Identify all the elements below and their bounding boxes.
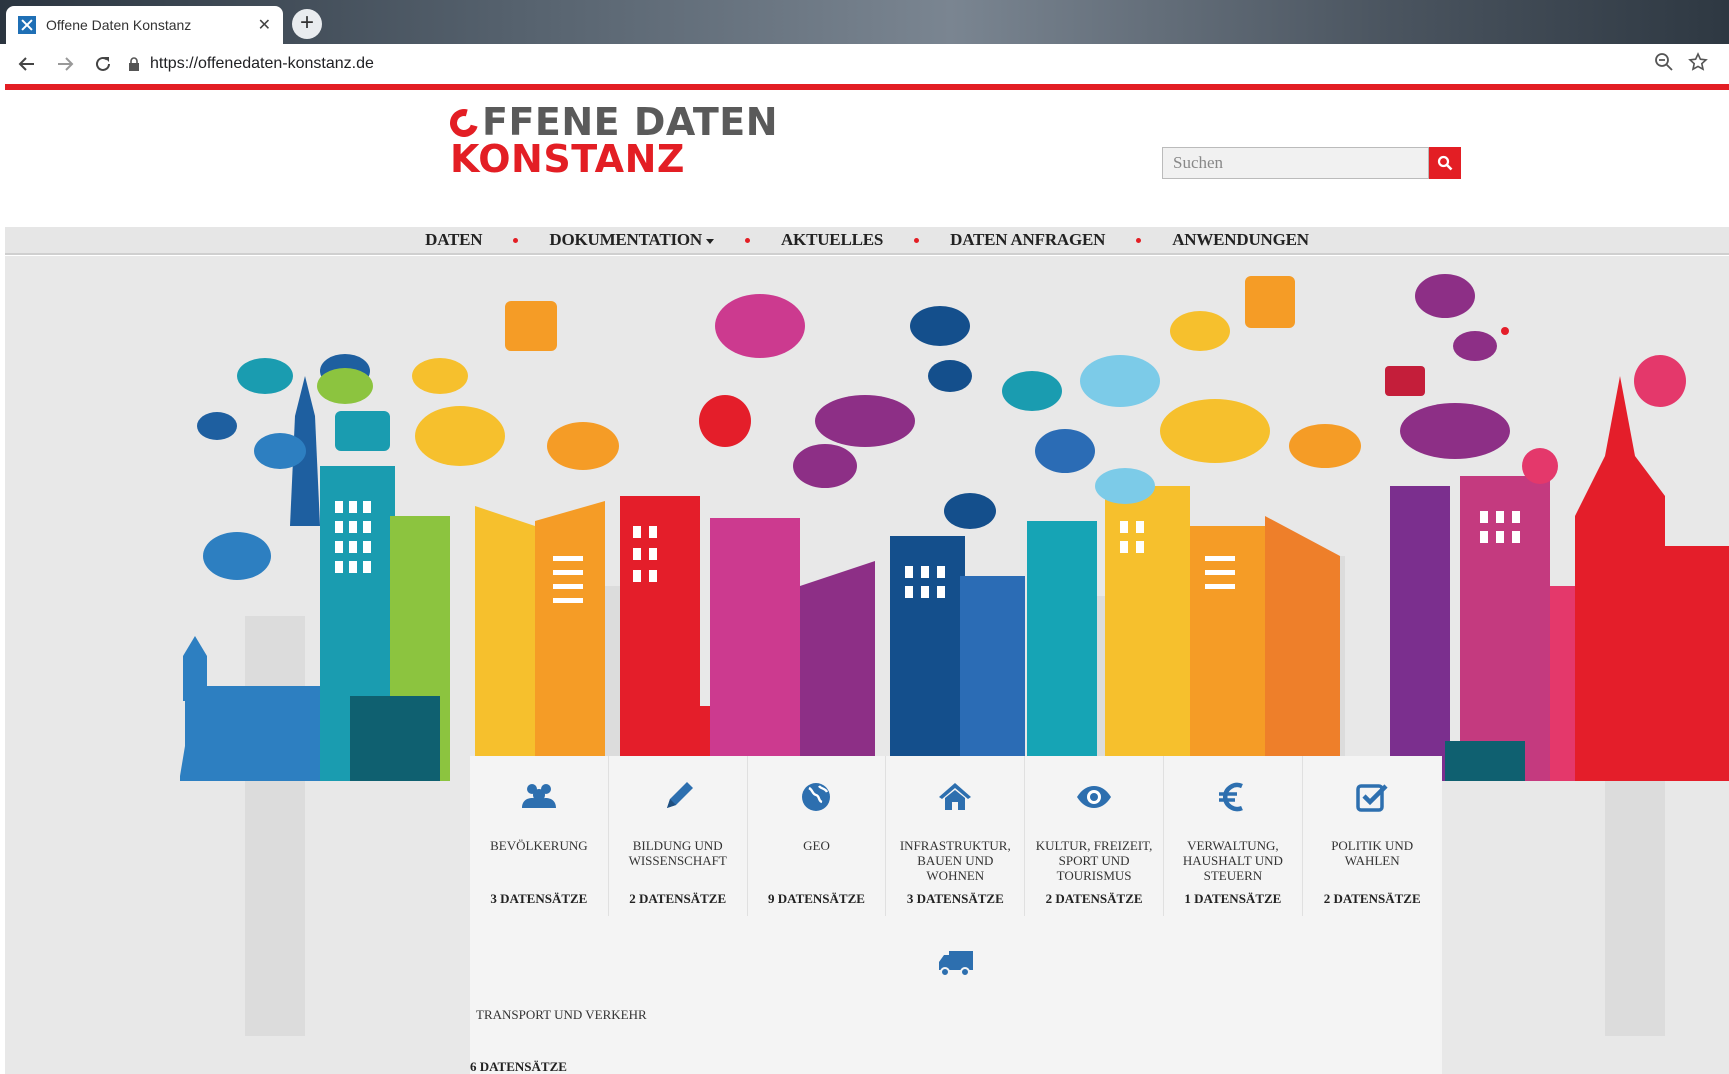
nav-separator-dot	[744, 237, 750, 243]
nav-item-dokumentation-label: DOKUMENTATION	[549, 230, 702, 249]
main-navigation: DATEN DOKUMENTATION AKTUELLES DATEN ANFR…	[5, 227, 1729, 255]
reload-button[interactable]	[88, 49, 118, 79]
eye-icon	[1077, 786, 1112, 808]
category-name: KULTUR, FREIZEIT, SPORT UND TOURISMUS	[1035, 838, 1153, 883]
nav-item-daten-anfragen[interactable]: DATEN ANFRAGEN	[950, 230, 1105, 250]
reload-icon	[96, 56, 110, 71]
category-name: GEO	[803, 838, 830, 853]
globe-icon	[802, 783, 831, 811]
category-verwaltung[interactable]: VERWALTUNG, HAUSHALT UND STEUERN 1 DATEN…	[1164, 756, 1303, 916]
url-text: https://offenedaten-konstanz.de	[150, 55, 374, 72]
bookmark-star-icon[interactable]	[1688, 52, 1708, 72]
category-bevoelkerung[interactable]: BEVÖLKERUNG 3 DATENSÄTZE	[470, 756, 609, 916]
nav-item-dokumentation[interactable]: DOKUMENTATION	[549, 230, 714, 250]
home-icon	[939, 783, 972, 810]
category-row: BEVÖLKERUNG 3 DATENSÄTZE BILDUNG UND WIS…	[470, 756, 1442, 916]
category-count: 2 DATENSÄTZE	[629, 891, 727, 906]
logo-line2: KONSTANZ	[450, 137, 685, 181]
category-name: INFRASTRUKTUR, BAUEN UND WOHNEN	[899, 838, 1011, 883]
search-button[interactable]	[1429, 147, 1461, 179]
category-count: 2 DATENSÄTZE	[1323, 891, 1421, 906]
category-count: 3 DATENSÄTZE	[906, 891, 1004, 906]
category-count: 6 DATENSÄTZE	[470, 1059, 567, 1074]
category-count: 2 DATENSÄTZE	[1045, 891, 1143, 906]
zoom-icon[interactable]	[1654, 52, 1674, 72]
category-name: BILDUNG UND WISSENSCHAFT	[628, 838, 727, 868]
nav-item-daten[interactable]: DATEN	[425, 230, 482, 250]
category-infrastruktur[interactable]: INFRASTRUKTUR, BAUEN UND WOHNEN 3 DATENS…	[886, 756, 1026, 916]
category-bildung[interactable]: BILDUNG UND WISSENSCHAFT 2 DATENSÄTZE	[609, 756, 748, 916]
site-logo[interactable]: FFENE DATEN KONSTANZ	[444, 100, 779, 181]
category-name: BEVÖLKERUNG	[490, 838, 588, 853]
arrow-left-icon	[18, 57, 34, 71]
category-kultur[interactable]: KULTUR, FREIZEIT, SPORT UND TOURISMUS 2 …	[1025, 756, 1164, 916]
lock-icon	[129, 57, 139, 71]
site-favicon-icon	[18, 16, 36, 34]
forward-button[interactable]	[50, 49, 80, 79]
page-top-accent-line	[5, 84, 1729, 90]
euro-icon	[1218, 782, 1243, 812]
arrow-right-icon	[58, 57, 74, 71]
browser-toolbar: https://offenedaten-konstanz.de	[0, 44, 1729, 84]
category-count: 3 DATENSÄTZE	[490, 891, 588, 906]
logo-o-mark	[444, 103, 484, 142]
category-geo[interactable]: GEO 9 DATENSÄTZE	[748, 756, 887, 916]
category-name: TRANSPORT UND VERKEHR	[476, 1007, 647, 1022]
search-icon	[1437, 155, 1453, 171]
new-tab-button[interactable]: +	[292, 9, 322, 39]
category-panel: BEVÖLKERUNG 3 DATENSÄTZE BILDUNG UND WIS…	[470, 756, 1442, 1074]
back-button[interactable]	[12, 49, 42, 79]
checkbox-icon	[1356, 784, 1388, 812]
tab-title: Offene Daten Konstanz	[46, 17, 192, 33]
users-icon	[521, 784, 556, 808]
caret-down-icon	[705, 238, 714, 244]
address-bar[interactable]: https://offenedaten-konstanz.de	[128, 49, 1708, 79]
category-count: 1 DATENSÄTZE	[1184, 891, 1282, 906]
category-politik[interactable]: POLITIK UND WAHLEN 2 DATENSÄTZE	[1303, 756, 1442, 916]
nav-item-aktuelles[interactable]: AKTUELLES	[781, 230, 883, 250]
nav-separator-dot	[914, 237, 920, 243]
category-transport[interactable]: TRANSPORT UND VERKEHR 6 DATENSÄTZE	[470, 916, 1442, 1074]
browser-tabstrip: Offene Daten Konstanz ✕ +	[0, 0, 1729, 44]
category-name: VERWALTUNG, HAUSHALT UND STEUERN	[1182, 838, 1283, 883]
category-name: POLITIK UND WAHLEN	[1331, 838, 1414, 868]
nav-separator-dot	[1136, 237, 1142, 243]
nav-separator-dot	[513, 237, 519, 243]
category-count: 9 DATENSÄTZE	[768, 891, 865, 906]
logo-line1: FFENE DATEN	[482, 100, 779, 144]
truck-icon	[939, 951, 973, 977]
search-input[interactable]	[1162, 147, 1429, 179]
pencil-icon	[666, 782, 693, 808]
site-search	[1162, 147, 1461, 179]
nav-item-anwendungen[interactable]: ANWENDUNGEN	[1172, 230, 1309, 250]
close-tab-icon[interactable]: ✕	[258, 15, 271, 35]
browser-tab[interactable]: Offene Daten Konstanz ✕	[6, 6, 283, 44]
